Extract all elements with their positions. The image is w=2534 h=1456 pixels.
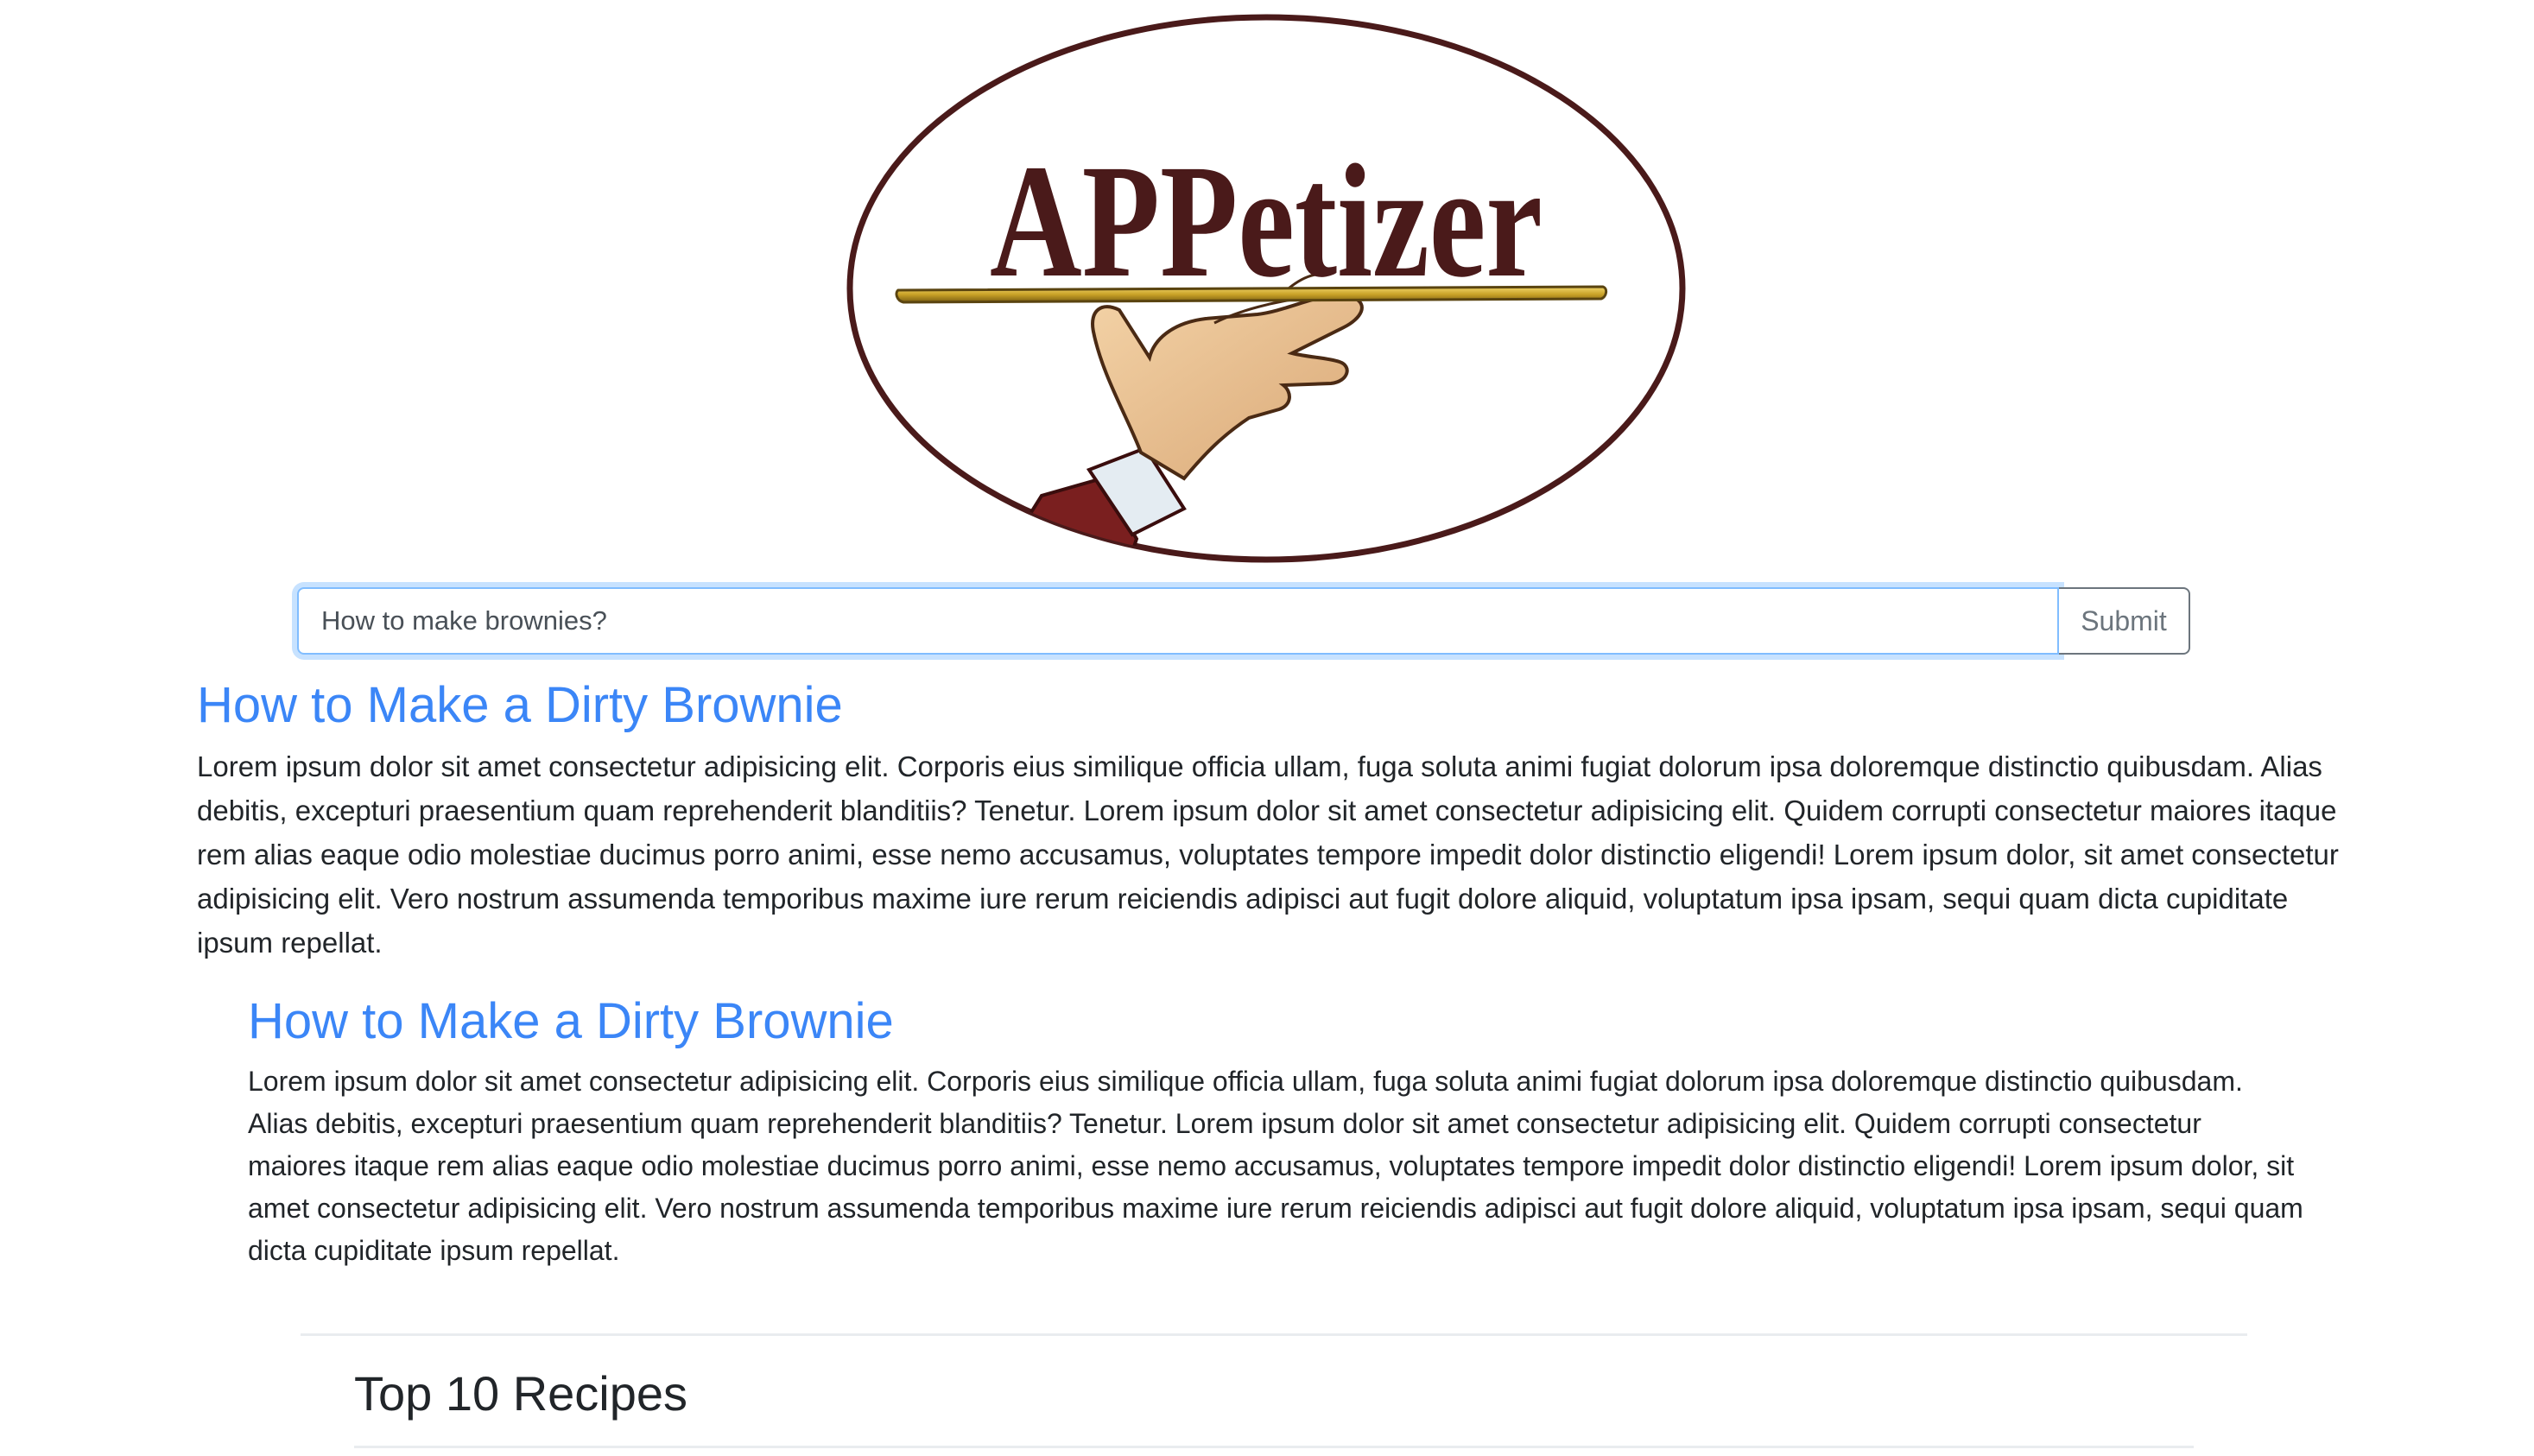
result-title-link[interactable]: How to Make a Dirty Brownie [248, 991, 2303, 1052]
section-divider [301, 1333, 2247, 1336]
logo-wordmark: APPetizer [990, 130, 1543, 311]
result-item: How to Make a Dirty Brownie Lorem ipsum … [248, 991, 2303, 1272]
appetizer-logo: APPetizer [843, 12, 1689, 565]
top-recipes-heading: Top 10 Recipes [354, 1366, 688, 1421]
result-item: How to Make a Dirty Brownie Lorem ipsum … [197, 675, 2339, 965]
result-description: Lorem ipsum dolor sit amet consectetur a… [197, 750, 2339, 959]
logo-graphic: APPetizer [846, 14, 1686, 563]
result-title-link[interactable]: How to Make a Dirty Brownie [197, 675, 2339, 736]
search-form: Submit [297, 587, 2190, 655]
result-description: Lorem ipsum dolor sit amet consectetur a… [248, 1066, 2303, 1266]
search-input[interactable] [297, 587, 2059, 655]
submit-button[interactable]: Submit [2059, 587, 2190, 655]
page: APPetizer Submit How to Make a Dirty Bro… [0, 0, 2534, 1456]
heading-divider [354, 1446, 2194, 1448]
